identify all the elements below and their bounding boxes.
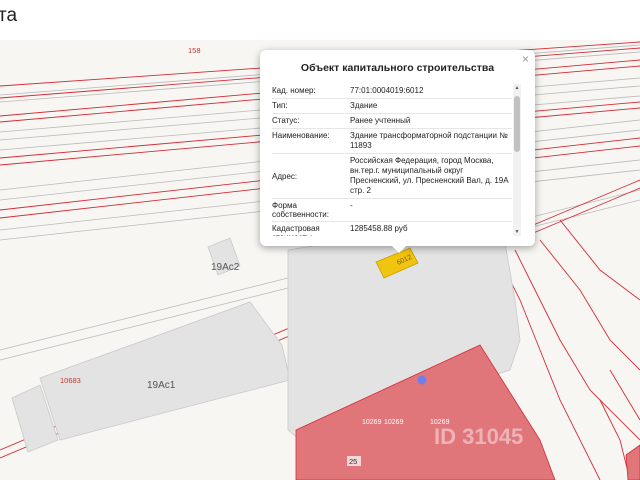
watermark: ID 31045 <box>434 424 524 449</box>
property-row-address: Адрес: Российская Федерация, город Москв… <box>272 154 512 199</box>
popup-pointer <box>390 244 408 253</box>
property-value: Российская Федерация, город Москва, вн.т… <box>350 156 509 195</box>
page-header: та <box>0 0 640 40</box>
property-row-cadastral-value: Кадастровая стоимость: 1285458.88 руб <box>272 222 512 236</box>
object-info-popup: Объект капитального строительства × Кад.… <box>260 50 535 246</box>
property-key: Кад. номер: <box>272 86 316 95</box>
parcel-label-10269-b: 10269 <box>384 419 404 426</box>
property-row-type: Тип: Здание <box>272 99 512 114</box>
road-label-10683: 10683 <box>60 376 81 385</box>
property-key: Наименование: <box>272 131 330 140</box>
property-value: Ранее учтенный <box>350 116 411 125</box>
property-value: Здание <box>350 101 378 110</box>
scrollbar-thumb[interactable] <box>514 96 520 152</box>
property-value: 1285458.88 руб <box>350 224 408 233</box>
house-number-25: 25 <box>349 457 357 466</box>
close-icon[interactable]: × <box>522 52 529 66</box>
scroll-down-arrow-icon[interactable]: ▼ <box>513 228 521 236</box>
property-row-name: Наименование: Здание трансформаторной по… <box>272 129 512 154</box>
property-key: Тип: <box>272 101 288 110</box>
location-dot[interactable] <box>417 375 427 385</box>
parcel-pink-right[interactable] <box>625 444 640 480</box>
property-key: Кадастровая стоимость: <box>272 224 320 236</box>
property-value: - <box>350 201 353 210</box>
parcel-label-10269-a: 10269 <box>362 419 382 426</box>
property-row-ownership: Форма собственности: - <box>272 199 512 222</box>
property-row-status: Статус: Ранее учтенный <box>272 114 512 129</box>
building-label-19ac2: 19Ac2 <box>211 262 240 273</box>
scroll-up-arrow-icon[interactable]: ▲ <box>513 84 521 92</box>
property-key: Адрес: <box>272 171 298 181</box>
popup-properties: Кад. номер: 77:01:0004019:6012 Тип: Здан… <box>272 84 512 236</box>
property-value: 77:01:0004019:6012 <box>350 86 424 95</box>
property-key: Форма собственности: <box>272 201 329 219</box>
popup-title: Объект капитального строительства <box>300 62 495 74</box>
road-label-158: 158 <box>188 46 201 55</box>
page-title: та <box>0 5 18 26</box>
popup-scrollbar[interactable]: ▲ ▼ <box>513 84 521 236</box>
property-key: Статус: <box>272 116 300 125</box>
property-value: Здание трансформаторной подстанции № 118… <box>350 131 508 150</box>
building-19ac1[interactable] <box>39 301 291 441</box>
building-label-19ac1: 19Ac1 <box>147 380 176 391</box>
property-row-cadastral-number: Кад. номер: 77:01:0004019:6012 <box>272 84 512 99</box>
